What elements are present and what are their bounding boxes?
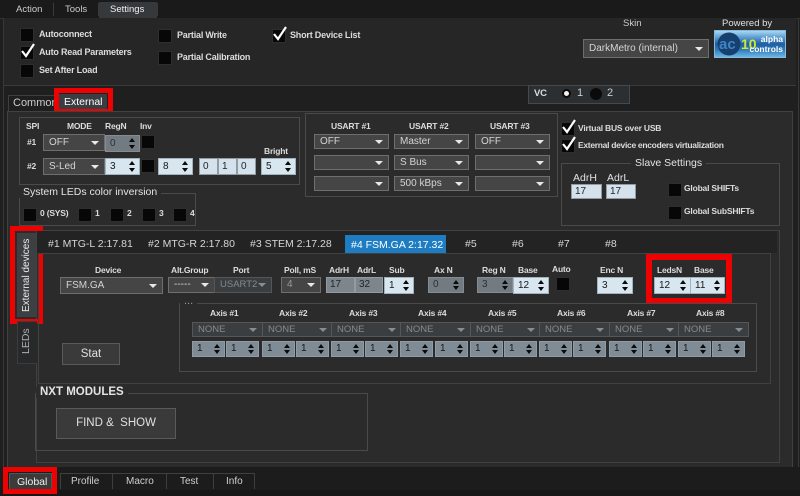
svg-text:alpha: alpha bbox=[761, 34, 783, 44]
svg-text:controls: controls bbox=[749, 44, 783, 54]
svg-text:ac: ac bbox=[719, 36, 736, 53]
